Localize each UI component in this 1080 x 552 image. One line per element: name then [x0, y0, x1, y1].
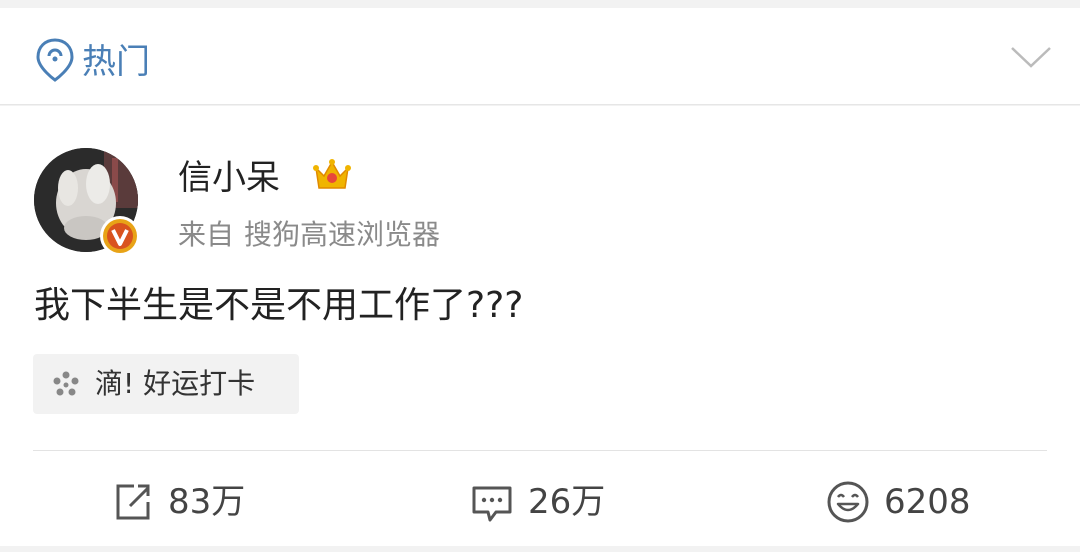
post-card[interactable]: 信小呆 来自 搜狗高速浏览器 我下半生是不是不用工作了??? 滴! 好运打卡 83…	[0, 106, 1080, 546]
topic-tag[interactable]: 滴! 好运打卡	[33, 354, 299, 414]
like-count: 6208	[884, 482, 971, 522]
sparkle-dots-icon	[53, 371, 79, 396]
divider	[33, 450, 1047, 451]
source-app[interactable]: 搜狗高速浏览器	[244, 218, 440, 251]
repost-button[interactable]: 83万	[110, 476, 245, 528]
verified-badge-icon	[100, 216, 140, 256]
chevron-down-icon[interactable]	[1010, 44, 1052, 70]
username[interactable]: 信小呆	[178, 158, 280, 198]
crown-vip-icon	[313, 159, 351, 189]
comment-icon	[472, 486, 512, 522]
post-source: 来自 搜狗高速浏览器	[178, 218, 450, 252]
smile-icon	[827, 481, 869, 523]
comment-count: 26万	[528, 482, 606, 522]
topic-label: 滴! 好运打卡	[95, 367, 256, 400]
comment-button[interactable]: 26万	[470, 476, 605, 528]
repost-icon	[116, 484, 150, 520]
repost-count: 83万	[168, 482, 246, 522]
post-text: 我下半生是不是不用工作了???	[34, 285, 524, 326]
section-header: 热门	[0, 8, 1080, 105]
like-button[interactable]: 6208	[826, 476, 971, 528]
location-pin-wifi-icon	[36, 38, 74, 82]
source-prefix: 来自	[178, 218, 235, 251]
section-title: 热门	[82, 42, 150, 82]
